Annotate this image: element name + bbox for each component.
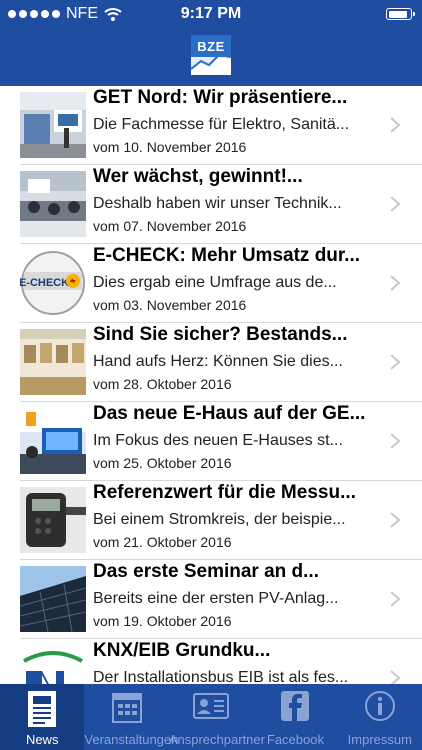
tab-bar: News Veranstaltungen Ansprechpartner Fac… xyxy=(0,684,422,750)
tab-label: Impressum xyxy=(347,732,412,747)
news-subtitle: Bei einem Stromkreis, der beispie... xyxy=(93,511,346,528)
tab-label: Facebook xyxy=(266,732,324,747)
news-title: GET Nord: Wir präsentiere... xyxy=(93,87,348,108)
news-title: Sind Sie sicher? Bestands... xyxy=(93,324,348,345)
tab-label: Veranstaltungen xyxy=(84,732,179,747)
news-thumbnail xyxy=(20,645,86,684)
status-bar: NFE 9:17 PM xyxy=(0,0,422,30)
news-subtitle: Im Fokus des neuen E-Hauses st... xyxy=(93,432,343,449)
news-subtitle: Die Fachmesse für Elektro, Sanitä... xyxy=(93,116,350,133)
news-date: vom 10. November 2016 xyxy=(93,139,247,155)
news-title: KNX/EIB Grundku... xyxy=(93,640,271,661)
news-subtitle: Dies ergab eine Umfrage aus de... xyxy=(93,274,337,291)
info-icon xyxy=(364,691,395,721)
tab-impressum[interactable]: Impressum xyxy=(338,684,422,750)
news-row[interactable]: GET Nord: Wir präsentiere... Die Fachmes… xyxy=(0,86,422,165)
news-date: vom 25. Oktober 2016 xyxy=(93,455,232,471)
tab-facebook[interactable]: Facebook xyxy=(253,684,337,750)
news-thumbnail xyxy=(20,171,86,237)
news-date: vom 21. Oktober 2016 xyxy=(93,534,232,550)
tab-ansprechpartner[interactable]: Ansprechpartner xyxy=(168,684,265,750)
news-title: Das erste Seminar an d... xyxy=(93,561,319,582)
news-thumbnail xyxy=(20,408,86,474)
chevron-right-icon xyxy=(390,670,401,684)
news-title: Wer wächst, gewinnt!... xyxy=(93,166,303,187)
news-subtitle: Der Installationsbus EIB ist als fes... xyxy=(93,669,349,684)
news-row[interactable]: Wer wächst, gewinnt!... Deshalb haben wi… xyxy=(0,165,422,244)
news-thumbnail xyxy=(20,566,86,632)
news-title: Referenzwert für die Messu... xyxy=(93,482,356,503)
tab-news[interactable]: News xyxy=(0,684,85,750)
news-thumbnail xyxy=(20,329,86,395)
news-list[interactable]: GET Nord: Wir präsentiere... Die Fachmes… xyxy=(0,86,422,684)
news-title: E-CHECK: Mehr Umsatz dur... xyxy=(93,245,361,266)
newspaper-icon xyxy=(28,691,57,727)
news-row[interactable]: Referenzwert für die Messu... Bei einem … xyxy=(0,481,422,560)
chevron-right-icon xyxy=(390,117,401,133)
header-bar: NFE 9:17 PM BZE xyxy=(0,0,422,86)
news-row[interactable]: Das erste Seminar an d... Bereits eine d… xyxy=(0,560,422,639)
news-date: vom 03. November 2016 xyxy=(93,297,247,313)
news-thumbnail xyxy=(20,92,86,158)
chevron-right-icon xyxy=(390,433,401,449)
contact-card-icon xyxy=(193,693,230,719)
chevron-right-icon xyxy=(390,354,401,370)
tab-label: Ansprechpartner xyxy=(168,732,265,747)
bze-logo: BZE xyxy=(190,35,232,75)
facebook-icon xyxy=(281,691,310,721)
news-row[interactable]: Sind Sie sicher? Bestands... Hand aufs H… xyxy=(0,323,422,402)
news-row[interactable]: E-CHECK E-CHECK: Mehr Umsatz dur... Dies… xyxy=(0,244,422,323)
news-subtitle: Bereits eine der ersten PV-Anlag... xyxy=(93,590,339,607)
chevron-right-icon xyxy=(390,512,401,528)
news-row[interactable]: KNX/EIB Grundku... Der Installationsbus … xyxy=(0,639,422,684)
news-date: vom 07. November 2016 xyxy=(93,218,247,234)
news-row[interactable]: Das neue E-Haus auf der GE... Im Fokus d… xyxy=(0,402,422,481)
chevron-right-icon xyxy=(390,591,401,607)
calendar-icon xyxy=(111,693,142,723)
tab-label: News xyxy=(25,732,59,747)
tab-veranstaltungen[interactable]: Veranstaltungen xyxy=(84,684,179,750)
battery-icon xyxy=(386,8,415,20)
news-title: Das neue E-Haus auf der GE... xyxy=(93,403,366,424)
status-time: 9:17 PM xyxy=(180,5,242,22)
echeck-thumb-text: E-CHECK xyxy=(20,277,69,289)
news-thumbnail: E-CHECK xyxy=(20,250,86,316)
news-subtitle: Hand aufs Herz: Können Sie dies... xyxy=(93,353,343,370)
chevron-right-icon xyxy=(390,196,401,212)
chevron-right-icon xyxy=(390,275,401,291)
news-subtitle: Deshalb haben wir unser Technik... xyxy=(93,195,342,212)
news-date: vom 19. Oktober 2016 xyxy=(93,613,232,629)
news-thumbnail xyxy=(20,487,86,553)
news-date: vom 28. Oktober 2016 xyxy=(93,376,232,392)
logo-text: BZE xyxy=(197,39,225,54)
